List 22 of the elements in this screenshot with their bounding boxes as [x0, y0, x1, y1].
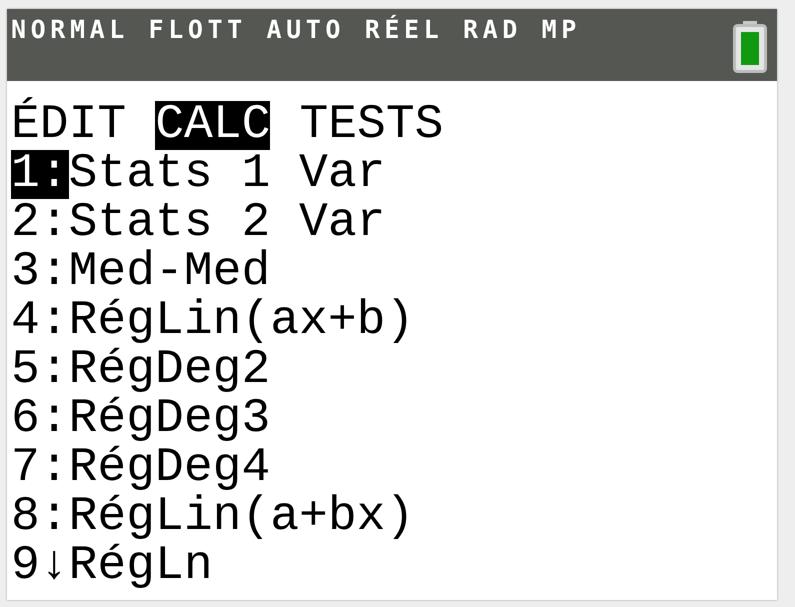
- item-number[interactable]: 1:: [11, 150, 69, 199]
- menu-item-label[interactable]: RégLin(ax+b): [68, 297, 414, 346]
- menu-tab[interactable]: TESTS: [299, 101, 444, 150]
- item-number[interactable]: 2:: [11, 199, 69, 248]
- menu-item-label[interactable]: RégLin(a+bx): [68, 493, 414, 542]
- item-number[interactable]: 6:: [11, 395, 69, 444]
- menu-item-label[interactable]: Stats 1 Var: [68, 150, 386, 199]
- item-number[interactable]: 7:: [11, 444, 69, 493]
- item-number[interactable]: 4:: [11, 297, 69, 346]
- menu-item-label[interactable]: RégDeg2: [68, 346, 270, 395]
- menu-item-label[interactable]: Stats 2 Var: [68, 199, 386, 248]
- battery-icon: [733, 21, 767, 73]
- menu-item-label[interactable]: Med-Med: [68, 248, 270, 297]
- item-number[interactable]: 3:: [11, 248, 69, 297]
- item-number[interactable]: 8:: [11, 493, 69, 542]
- menu-item-label[interactable]: RégDeg3: [68, 395, 270, 444]
- mode-indicators: NORMAL FLOTT AUTO RÉEL RAD MP: [11, 15, 581, 45]
- item-number[interactable]: 9↓: [11, 542, 69, 591]
- item-number[interactable]: 5:: [11, 346, 69, 395]
- menu-item-label[interactable]: RégDeg4: [68, 444, 270, 493]
- menu-tab[interactable]: CALC: [155, 101, 270, 150]
- menu-item-label[interactable]: RégLn: [68, 542, 213, 591]
